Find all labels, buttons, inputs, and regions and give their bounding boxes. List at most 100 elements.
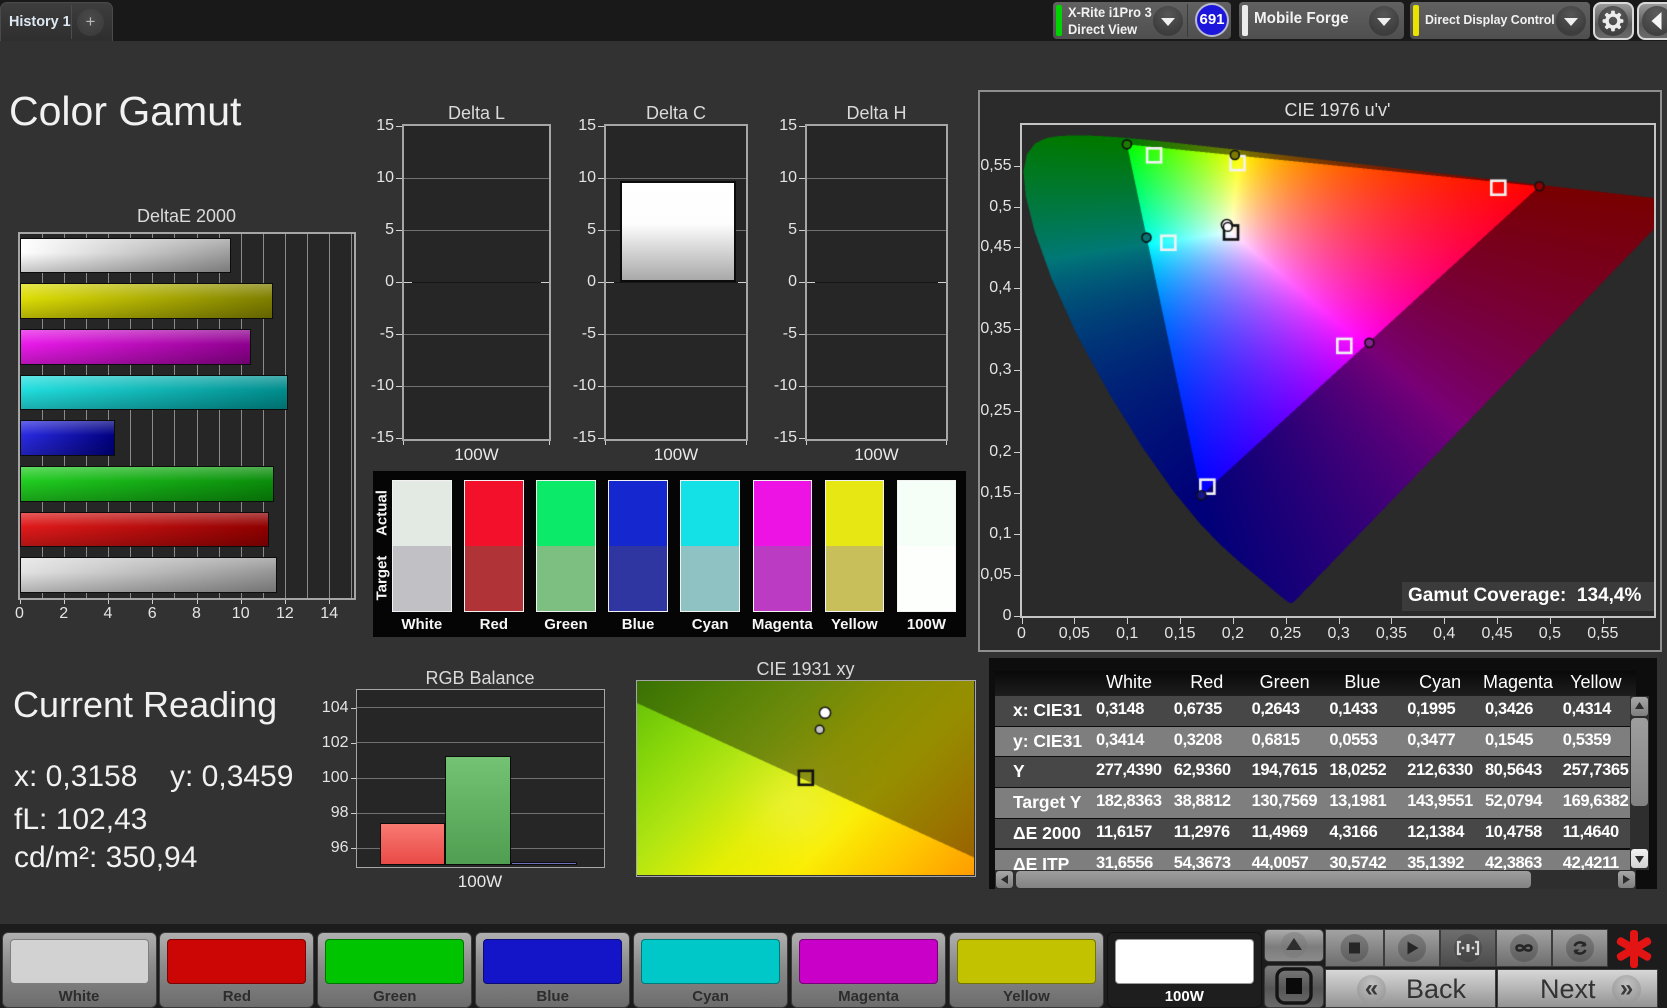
x-tick-label: 0 [1017, 625, 1026, 642]
pattern-up-button[interactable] [1264, 929, 1324, 962]
bar-green [19, 466, 274, 502]
gridline [404, 386, 549, 387]
zero-line [606, 282, 746, 283]
patch-button-yellow[interactable]: Yellow [948, 932, 1104, 1008]
dropdown-arrow-icon[interactable] [1369, 6, 1399, 36]
gridline [606, 334, 746, 335]
y-tick-label: 10 [376, 169, 394, 186]
y-tick-label: 0,1 [989, 525, 1012, 543]
cell-value: 0,2643 [1251, 700, 1300, 718]
patch-button-blue[interactable]: Blue [475, 932, 631, 1008]
cell-value: 42,3863 [1485, 853, 1542, 871]
bar-gloss [20, 284, 272, 318]
stop-button[interactable] [1325, 929, 1384, 967]
patch-button-label: Red [222, 988, 252, 1005]
y-tick [396, 386, 402, 387]
single-measure-button[interactable] [1440, 929, 1496, 967]
y-tick-label: 0,3 [989, 361, 1012, 379]
table-header-row: White Red Green Blue Cyan Magenta Yellow [995, 671, 1636, 696]
delta_h-title: Delta H [846, 102, 907, 123]
actual-swatch [753, 480, 811, 546]
y-tick-label: -5 [379, 325, 394, 342]
swatch-pair [536, 479, 596, 612]
scroll-down-button[interactable] [1631, 849, 1648, 868]
pattern-window-button[interactable] [1264, 965, 1324, 1008]
gridline [404, 230, 549, 231]
zero-tick [807, 282, 815, 283]
bar-red [19, 511, 270, 548]
patch-button-100w[interactable]: 100W [1106, 932, 1262, 1008]
row-label: ΔE ITP [1013, 853, 1070, 871]
y-tick-label: 15 [578, 117, 596, 134]
x-tick-label: 14 [320, 604, 339, 622]
next-button[interactable]: Next » [1497, 969, 1658, 1008]
swatch-column-green: Green [536, 479, 596, 637]
gridline [807, 386, 946, 387]
play-button[interactable] [1384, 929, 1440, 967]
swatch-label: White [401, 615, 443, 633]
actual-row-label: Actual [373, 490, 391, 536]
add-tab-button[interactable]: + [77, 9, 104, 36]
actual-target-swatch-panel: Actual Target White Red Green Blue Cyan Magenta… [373, 471, 966, 637]
vertical-scrollbar[interactable] [1630, 696, 1649, 870]
scroll-right-button[interactable] [1618, 871, 1635, 888]
y-tick [396, 334, 402, 335]
scroll-left-button[interactable] [996, 871, 1013, 888]
x-tick [1232, 618, 1234, 624]
table-row-3: Y 277,4390 62,9360 194,7615 18,0252 212,6330 8… [995, 757, 1636, 787]
y-tick-label: -15 [773, 429, 797, 446]
dropdown-arrow-icon[interactable] [1556, 6, 1586, 36]
settings-button[interactable] [1593, 2, 1634, 40]
back-button[interactable]: « Back [1325, 969, 1496, 1008]
y-tick [1013, 411, 1020, 413]
gridline [807, 230, 946, 231]
y-tick-label: 0 [587, 273, 596, 290]
y-tick-label: -5 [782, 325, 797, 342]
x-tick-label: 8 [192, 604, 201, 622]
meter-label: Mobile Forge [1254, 10, 1349, 27]
y-tick-label: 0,35 [980, 320, 1012, 338]
bar-magenta [19, 328, 252, 365]
continuous-measure-button[interactable] [1496, 929, 1552, 967]
y-tick-label: 5 [587, 221, 596, 238]
patch-button-label: 100W [1164, 988, 1204, 1005]
patch-swatch [641, 939, 781, 984]
swatch-column-blue: Blue [608, 479, 668, 637]
y-tick-label: 104 [321, 698, 349, 716]
gridline [404, 334, 549, 335]
meter-mobile-forge[interactable]: Mobile Forge [1239, 2, 1404, 39]
reading-count-badge: 691 [1195, 3, 1229, 37]
meter-direct-display-control[interactable]: Direct Display Control [1410, 2, 1590, 39]
table-row-6: ΔE ITP 31,6556 54,3673 44,0057 30,5742 35,139… [995, 849, 1636, 871]
bar-gloss [20, 421, 115, 456]
tab-history-1[interactable]: History 1 + [0, 2, 113, 41]
collapse-panel-button[interactable] [1637, 2, 1667, 40]
meter-status-stripe [1056, 5, 1062, 36]
cie1976-diagram-canvas [1021, 125, 1654, 616]
zero-tick [606, 282, 614, 283]
patch-button-red[interactable]: Red [159, 932, 315, 1008]
patch-button-cyan[interactable]: Cyan [633, 932, 789, 1008]
x-tick-label: 0,25 [1270, 625, 1302, 642]
gridline [606, 386, 746, 387]
patch-button-white[interactable]: White [1, 932, 157, 1008]
row-label: x: CIE31 [1013, 700, 1083, 720]
y-tick-label: 15 [779, 117, 797, 134]
back-button-label: Back [1406, 974, 1467, 1004]
patch-button-green[interactable]: Green [317, 932, 473, 1008]
horizontal-scrollbar[interactable] [995, 870, 1636, 889]
x-tick [946, 440, 947, 445]
top-tab-bar: History 1 + X-Rite i1Pro 3 Direct View 691… [0, 0, 1667, 41]
dropdown-arrow-icon[interactable] [1153, 6, 1183, 36]
patch-button-magenta[interactable]: Magenta [791, 932, 946, 1008]
cell-value: 11,2976 [1173, 822, 1230, 841]
vertical-scroll-thumb[interactable] [1631, 718, 1648, 806]
bar-yellow [19, 283, 273, 319]
cie1931-plot [635, 679, 976, 877]
sync-button[interactable] [1552, 929, 1608, 967]
scroll-up-button[interactable] [1631, 697, 1648, 716]
y-tick-label: 10 [578, 169, 596, 186]
y-tick [350, 848, 356, 850]
cell-value: 194,7615 [1251, 761, 1318, 780]
horizontal-scroll-thumb[interactable] [1016, 871, 1531, 888]
